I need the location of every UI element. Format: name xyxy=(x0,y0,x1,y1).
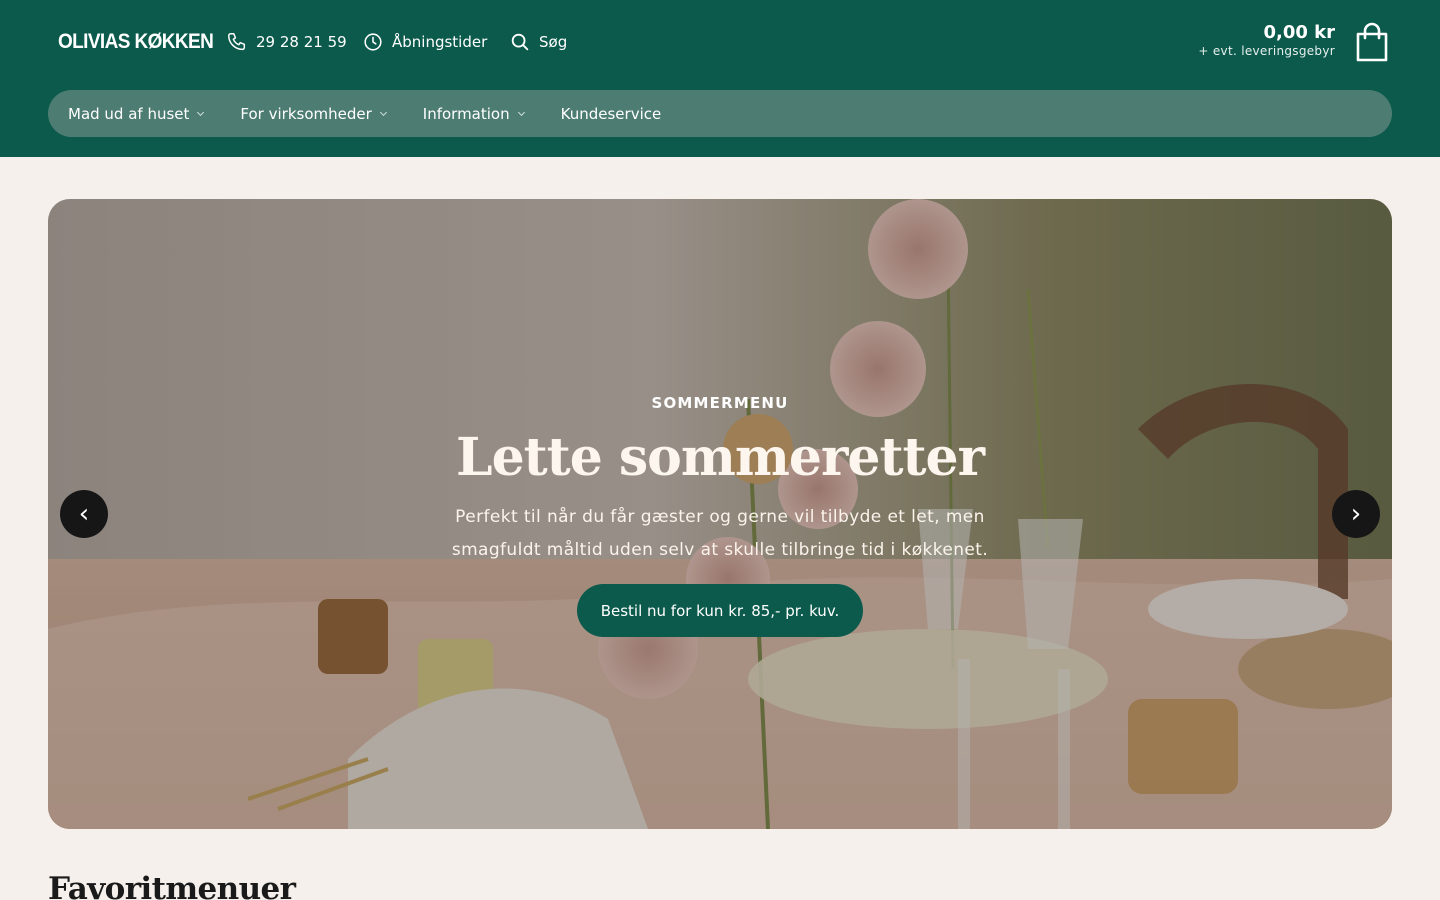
hero-title: Lette sommeretter xyxy=(456,427,985,488)
chevron-down-icon xyxy=(197,108,205,116)
shopping-bag-icon[interactable] xyxy=(1354,21,1390,63)
favorites-section-title: Favoritmenuer xyxy=(48,871,296,900)
logo[interactable]: OLIVIAS KØKKEN xyxy=(58,30,214,55)
opening-hours-label: Åbningstider xyxy=(392,33,488,51)
chevron-down-icon xyxy=(517,108,525,116)
cart-delivery-note: + evt. leveringsgebyr xyxy=(1198,44,1335,58)
hero-description: Perfekt til når du får gæster og gerne v… xyxy=(451,507,989,560)
nav-item-label: Information xyxy=(422,104,510,123)
nav-item-label: Mad ud af huset xyxy=(68,104,190,123)
slider-prev-button[interactable]: ‹ xyxy=(60,490,108,538)
nav-item-information[interactable]: Information xyxy=(422,104,525,123)
chevron-left-icon: ‹ xyxy=(78,499,90,529)
nav-item-mad-ud-af-huset[interactable]: Mad ud af huset xyxy=(68,104,205,123)
hero-eyebrow: SOMMERMENU xyxy=(651,394,789,412)
main-nav: Mad ud af huset For virksomheder Informa… xyxy=(48,90,1392,137)
cart-total: 0,00 kr xyxy=(1263,22,1335,43)
slider-next-button[interactable]: › xyxy=(1332,490,1380,538)
nav-item-label: For virksomheder xyxy=(240,104,372,123)
nav-item-kundeservice[interactable]: Kundeservice xyxy=(561,105,662,123)
hero-slider: SOMMERMENU Lette sommeretter Perfekt til… xyxy=(48,199,1392,829)
hero-cta-button[interactable]: Bestil nu for kun kr. 85,- pr. kuv. xyxy=(577,584,863,637)
nav-item-label: Kundeservice xyxy=(560,104,662,123)
cart-summary[interactable]: 0,00 kr + evt. leveringsgebyr xyxy=(1198,22,1335,58)
search-icon xyxy=(511,33,529,51)
phone-number: 29 28 21 59 xyxy=(256,33,347,51)
site-header: OLIVIAS KØKKEN 29 28 21 59 Åbningstider … xyxy=(0,0,1440,157)
nav-item-for-virksomheder[interactable]: For virksomheder xyxy=(240,104,387,123)
search-button[interactable]: Søg xyxy=(509,31,567,53)
chevron-right-icon: › xyxy=(1350,499,1362,529)
chevron-down-icon xyxy=(379,108,387,116)
search-label: Søg xyxy=(539,33,568,51)
opening-hours-link[interactable]: Åbningstider xyxy=(362,31,487,53)
phone-icon xyxy=(228,33,246,51)
clock-icon xyxy=(364,33,382,51)
phone-link[interactable]: 29 28 21 59 xyxy=(226,31,347,53)
